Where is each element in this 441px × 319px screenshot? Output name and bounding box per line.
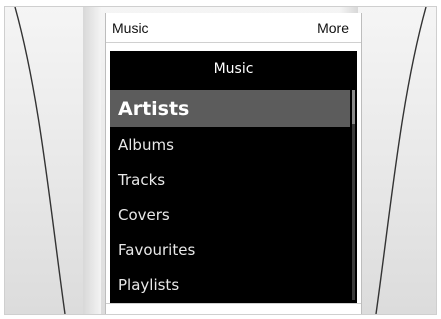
menu-item-artists[interactable]: Artists [110, 90, 350, 127]
scrollbar-thumb[interactable] [352, 90, 355, 124]
device-screen: Music More Music Artists Albums Tracks C… [105, 13, 362, 314]
music-menu-panel: Music Artists Albums Tracks Covers Favou… [110, 51, 357, 303]
softkey-right-more[interactable]: More [317, 20, 349, 36]
left-bezel-shadow [83, 7, 101, 314]
menu-item-covers[interactable]: Covers [110, 197, 350, 232]
menu-item-favourites[interactable]: Favourites [110, 232, 350, 267]
device-frame: Music More Music Artists Albums Tracks C… [4, 6, 437, 315]
softkey-bar: Music More [106, 13, 361, 43]
scrollbar[interactable] [352, 90, 355, 300]
bottom-strip [106, 303, 361, 314]
panel-title: Music [213, 61, 254, 77]
menu-item-playlists[interactable]: Playlists [110, 267, 350, 302]
menu-item-albums[interactable]: Albums [110, 127, 350, 162]
menu-list: Artists Albums Tracks Covers Favourites … [110, 90, 350, 302]
softkey-left[interactable]: Music [112, 20, 149, 36]
menu-item-tracks[interactable]: Tracks [110, 162, 350, 197]
